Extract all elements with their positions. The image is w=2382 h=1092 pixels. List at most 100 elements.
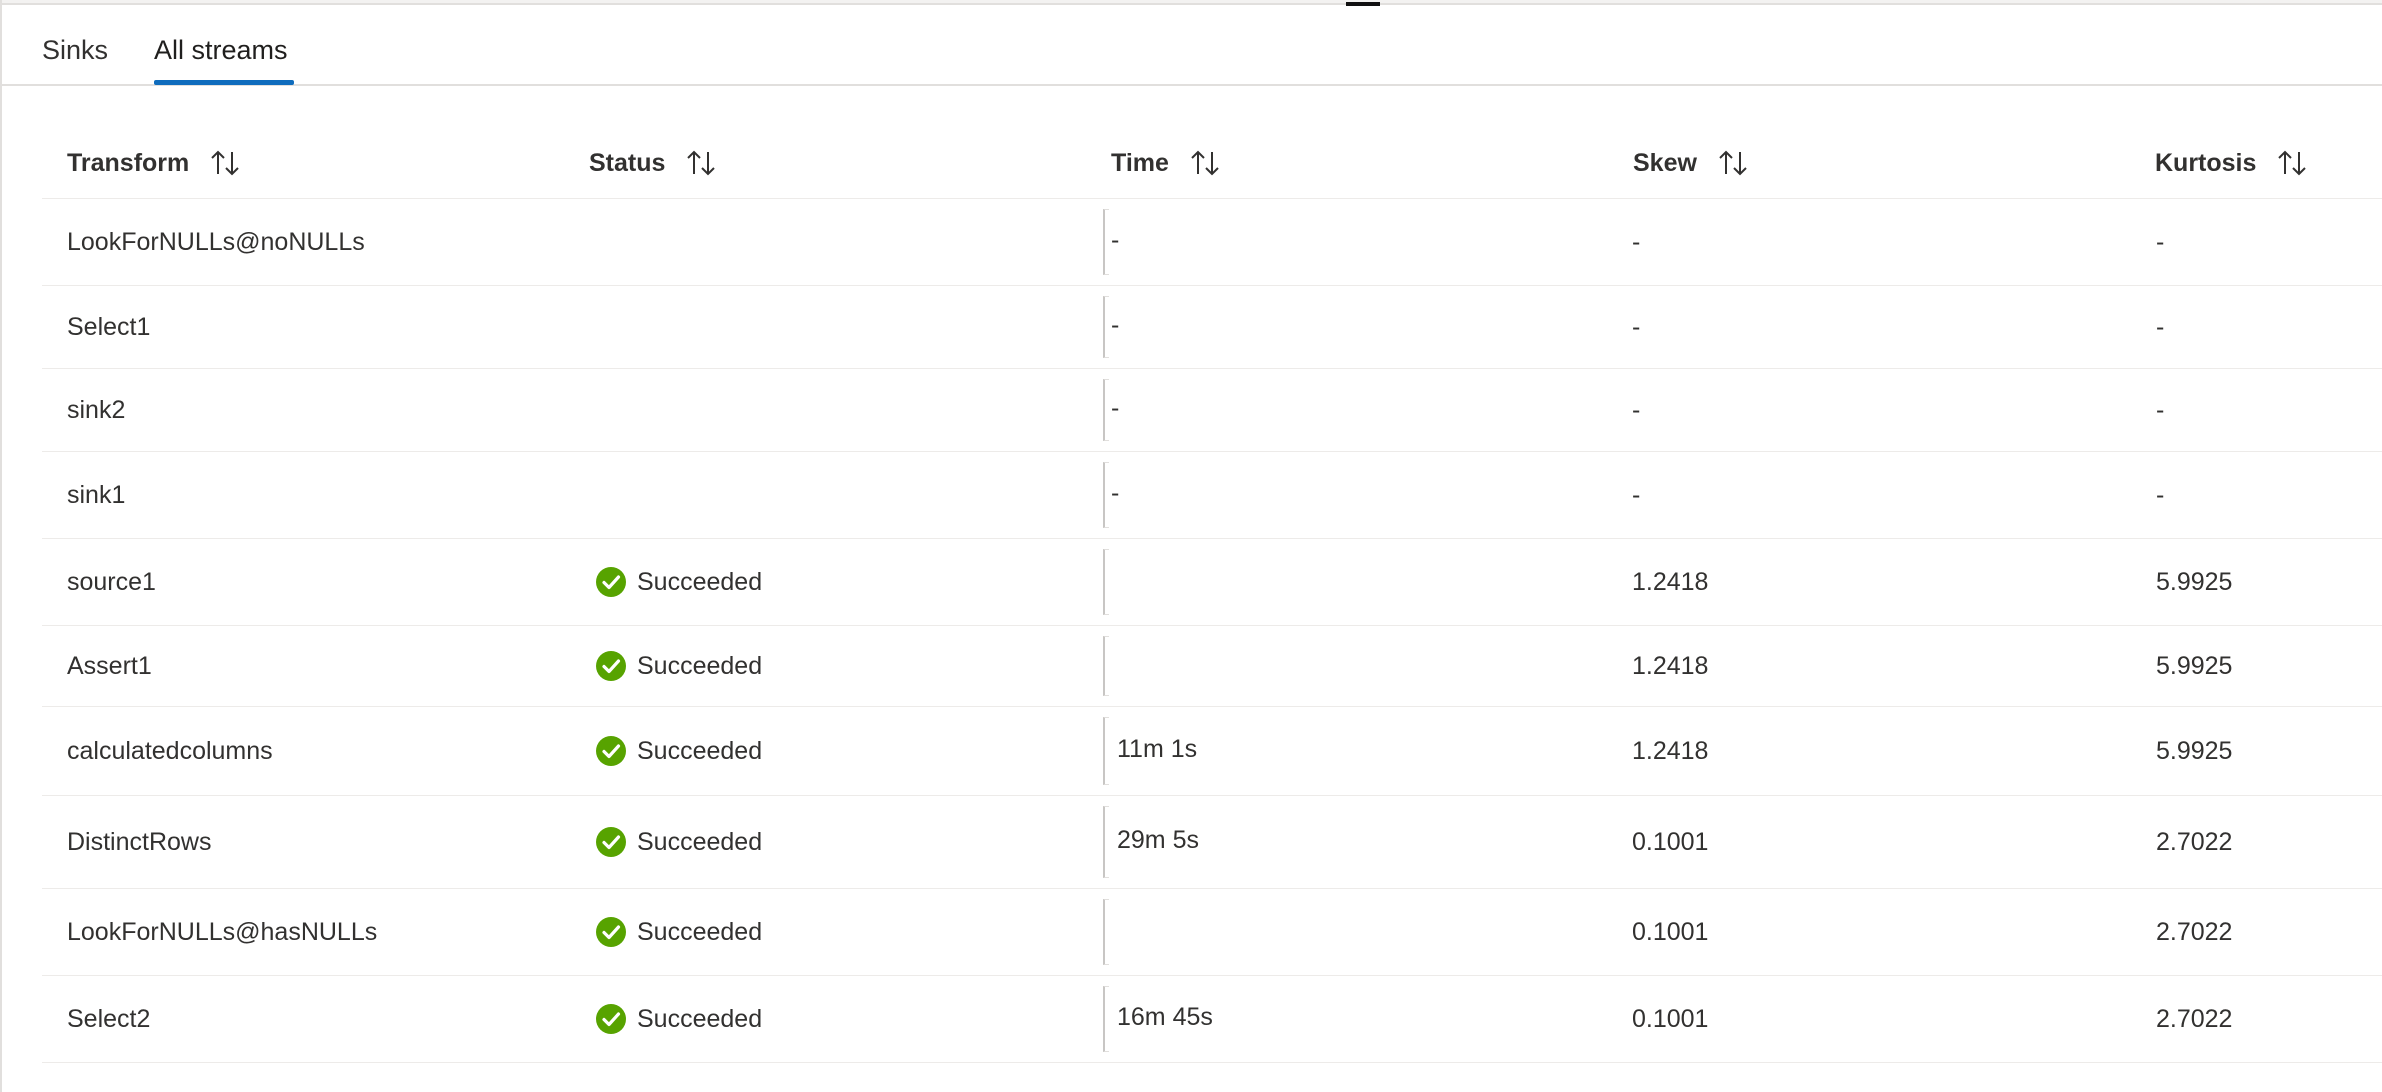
table-row[interactable]: Assert1 Succeeded 1.2418 5.9925 <box>42 625 2382 707</box>
cell-time <box>1086 538 1608 626</box>
cell-status: Succeeded <box>564 625 1086 707</box>
skew-value: 1.2418 <box>1632 736 1709 765</box>
table-row[interactable]: sink2 - - - <box>42 368 2382 452</box>
cell-transform: sink2 <box>42 368 564 452</box>
kurtosis-value: 2.7022 <box>2156 827 2233 856</box>
skew-value: 0.1001 <box>1632 1004 1709 1033</box>
kurtosis-value: - <box>2156 480 2165 509</box>
table-body: LookForNULLs@noNULLs - - - Select1 - - - sink2 - -… <box>42 198 2382 1063</box>
table-row[interactable]: DistinctRows Succeeded 29m 5s 0.1001 2.7022 <box>42 795 2382 889</box>
sort-icon[interactable] <box>1717 148 1751 178</box>
timeline-marker <box>1103 462 1109 528</box>
table-header-row: Transform Status Time Skew Kurtosis <box>42 128 2382 199</box>
status-text: Succeeded <box>637 1004 763 1033</box>
sort-icon[interactable] <box>1189 148 1223 178</box>
cell-status <box>564 451 1086 539</box>
timeline-marker <box>1103 636 1109 696</box>
cell-status: Succeeded <box>564 706 1086 796</box>
sort-icon[interactable] <box>685 148 719 178</box>
time-value: - <box>1111 311 1120 340</box>
cell-time: - <box>1086 198 1608 286</box>
time-value: 11m 1s <box>1117 735 1198 764</box>
cell-transform: DistinctRows <box>42 795 564 889</box>
cell-transform: Select1 <box>42 285 564 369</box>
column-header-kurtosis[interactable]: Kurtosis <box>2130 128 2382 199</box>
cell-skew: 1.2418 <box>1608 706 2130 796</box>
cell-status: Succeeded <box>564 538 1086 626</box>
kurtosis-value: - <box>2156 395 2165 424</box>
transform-name: LookForNULLs@hasNULLs <box>67 917 378 946</box>
cell-transform: LookForNULLs@hasNULLs <box>42 888 564 976</box>
skew-value: - <box>1632 227 1641 256</box>
sort-icon[interactable] <box>2276 148 2310 178</box>
cell-skew: 0.1001 <box>1608 975 2130 1063</box>
cell-kurtosis: 2.7022 <box>2130 975 2382 1063</box>
cell-transform: sink1 <box>42 451 564 539</box>
table-row[interactable]: calculatedcolumns Succeeded 11m 1s 1.2418 5.… <box>42 706 2382 796</box>
timeline-marker <box>1103 549 1109 615</box>
transform-name: Assert1 <box>67 651 152 680</box>
skew-value: 0.1001 <box>1632 827 1709 856</box>
tab-all-streams[interactable]: All streams <box>154 34 288 66</box>
skew-value: - <box>1632 312 1641 341</box>
table-row[interactable]: LookForNULLs@noNULLs - - - <box>42 198 2382 286</box>
column-header-transform[interactable]: Transform <box>42 128 564 199</box>
cell-skew: 1.2418 <box>1608 538 2130 626</box>
cell-kurtosis: 5.9925 <box>2130 538 2382 626</box>
panel-top-border <box>2 0 2382 5</box>
transform-name: DistinctRows <box>67 827 212 856</box>
timeline-marker <box>1103 899 1109 965</box>
timeline-marker <box>1103 717 1109 785</box>
transform-name: sink2 <box>67 395 126 424</box>
cell-skew: - <box>1608 451 2130 539</box>
cell-kurtosis: 5.9925 <box>2130 706 2382 796</box>
status-text: Succeeded <box>637 736 763 765</box>
cell-kurtosis: - <box>2130 368 2382 452</box>
table-row[interactable]: sink1 - - - <box>42 451 2382 539</box>
resize-handle[interactable] <box>1346 0 1380 6</box>
column-header-label: Transform <box>67 148 190 177</box>
transform-name: source1 <box>67 567 156 596</box>
tab-bar: Sinks All streams <box>2 8 2382 86</box>
skew-value: 0.1001 <box>1632 917 1709 946</box>
cell-kurtosis: 2.7022 <box>2130 888 2382 976</box>
column-header-skew[interactable]: Skew <box>1608 128 2130 199</box>
transform-name: sink1 <box>67 480 126 509</box>
cell-skew: 1.2418 <box>1608 625 2130 707</box>
table-row[interactable]: Select2 Succeeded 16m 45s 0.1001 2.7022 <box>42 975 2382 1063</box>
skew-value: 1.2418 <box>1632 651 1709 680</box>
table-row[interactable]: LookForNULLs@hasNULLs Succeeded 0.1001 2.70… <box>42 888 2382 976</box>
timeline-marker <box>1103 806 1109 878</box>
status-badge: Succeeded <box>564 650 1086 682</box>
table-row[interactable]: source1 Succeeded 1.2418 5.9925 <box>42 538 2382 626</box>
column-header-status[interactable]: Status <box>564 128 1086 199</box>
cell-skew: 0.1001 <box>1608 795 2130 889</box>
kurtosis-value: 5.9925 <box>2156 651 2233 680</box>
status-text: Succeeded <box>637 827 763 856</box>
streams-panel: Sinks All streams Transform Status Time … <box>0 0 2382 1092</box>
column-header-label: Skew <box>1633 148 1697 177</box>
cell-kurtosis: - <box>2130 451 2382 539</box>
cell-time: 16m 45s <box>1086 975 1608 1063</box>
cell-transform: calculatedcolumns <box>42 706 564 796</box>
column-header-time[interactable]: Time <box>1086 128 1608 199</box>
tab-sinks[interactable]: Sinks <box>42 34 108 66</box>
cell-time <box>1086 625 1608 707</box>
cell-time: - <box>1086 285 1608 369</box>
active-tab-indicator <box>154 80 294 85</box>
sort-icon[interactable] <box>209 148 243 178</box>
kurtosis-value: - <box>2156 312 2165 341</box>
timeline-marker <box>1103 986 1109 1052</box>
transform-name: LookForNULLs@noNULLs <box>67 227 365 256</box>
status-badge: Succeeded <box>564 735 1086 767</box>
time-value: 16m 45s <box>1117 1003 1213 1032</box>
skew-value: - <box>1632 480 1641 509</box>
table-row[interactable]: Select1 - - - <box>42 285 2382 369</box>
cell-kurtosis: - <box>2130 198 2382 286</box>
kurtosis-value: 5.9925 <box>2156 736 2233 765</box>
cell-time: - <box>1086 368 1608 452</box>
time-value: - <box>1111 479 1120 508</box>
cell-skew: - <box>1608 198 2130 286</box>
cell-kurtosis: 5.9925 <box>2130 625 2382 707</box>
cell-status: Succeeded <box>564 888 1086 976</box>
